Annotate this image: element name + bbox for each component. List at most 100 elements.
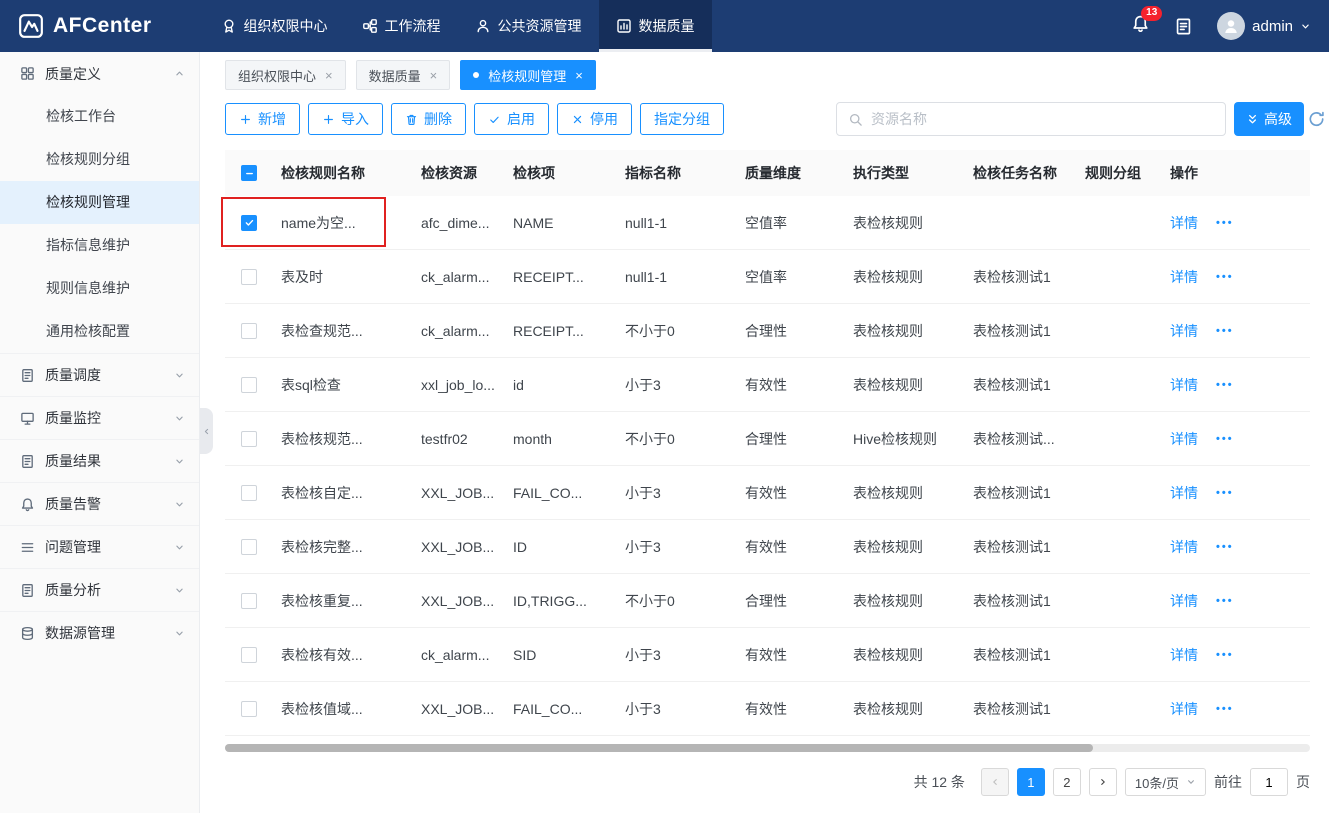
prev-page-button[interactable] — [980, 768, 1009, 796]
user-menu[interactable]: admin — [1217, 12, 1311, 40]
toolbar-button-4[interactable]: 停用 — [557, 103, 632, 135]
more-actions-icon[interactable]: ••• — [1216, 217, 1234, 229]
toolbar-button-2[interactable]: 删除 — [391, 103, 466, 135]
detail-link[interactable]: 详情 — [1170, 213, 1198, 233]
page-size-select[interactable]: 10条/页 — [1124, 768, 1206, 796]
topbar-nav-item-0[interactable]: 组织权限中心 — [204, 0, 345, 52]
trash-icon — [405, 113, 418, 126]
workflow-icon — [362, 18, 378, 34]
double-chevron-down-icon — [1246, 113, 1259, 126]
detail-link[interactable]: 详情 — [1170, 483, 1198, 503]
header-checkbox-cell — [225, 165, 281, 181]
toolbar-button-1[interactable]: 导入 — [308, 103, 383, 135]
sidebar-item-0-5[interactable]: 通用检核配置 — [0, 310, 199, 353]
tab-2[interactable]: 检核规则管理 × — [460, 60, 596, 90]
topbar: AFCenter 组织权限中心 工作流程 公共资源管理 数据质量 13 admin — [0, 0, 1329, 52]
toolbar-button-5[interactable]: 指定分组 — [640, 103, 724, 135]
row-checkbox[interactable] — [241, 214, 257, 231]
sidebar-item-0-3[interactable]: 指标信息维护 — [0, 224, 199, 267]
sidebar-group-1[interactable]: 质量调度 — [0, 353, 199, 396]
page-button-1[interactable]: 1 — [1016, 768, 1045, 796]
more-actions-icon[interactable]: ••• — [1216, 379, 1234, 391]
horizontal-scrollbar[interactable] — [225, 744, 1310, 752]
row-checkbox[interactable] — [241, 538, 257, 555]
sidebar-group-label: 质量告警 — [45, 496, 101, 512]
more-actions-icon[interactable]: ••• — [1216, 325, 1234, 337]
row-checkbox[interactable] — [241, 484, 257, 501]
monitor-icon — [20, 411, 35, 426]
toolbar-button-0[interactable]: 新增 — [225, 103, 300, 135]
refresh-icon[interactable] — [1307, 110, 1326, 129]
more-actions-icon[interactable]: ••• — [1216, 649, 1234, 661]
column-header-6: 检核任务名称 — [973, 165, 1057, 181]
sidebar-collapse-handle[interactable] — [200, 408, 213, 454]
toolbar-button-3[interactable]: 启用 — [474, 103, 549, 135]
more-actions-icon[interactable]: ••• — [1216, 271, 1234, 283]
cell-name: 表检核完整... — [281, 538, 363, 555]
detail-link[interactable]: 详情 — [1170, 429, 1198, 449]
tab-1[interactable]: 数据质量 × — [355, 60, 451, 90]
close-icon[interactable]: × — [325, 68, 333, 83]
cell-task: 表检核测试... — [973, 430, 1055, 447]
more-actions-icon[interactable]: ••• — [1216, 595, 1234, 607]
detail-link[interactable]: 详情 — [1170, 699, 1198, 719]
search-icon — [848, 112, 863, 127]
close-icon[interactable]: × — [575, 68, 583, 83]
more-actions-icon[interactable]: ••• — [1216, 541, 1234, 553]
row-checkbox[interactable] — [241, 430, 257, 447]
row-checkbox[interactable] — [241, 376, 257, 393]
page-button-2[interactable]: 2 — [1052, 768, 1081, 796]
column-header-1: 检核资源 — [421, 165, 477, 181]
next-page-button[interactable] — [1088, 768, 1117, 796]
more-actions-icon[interactable]: ••• — [1216, 433, 1234, 445]
detail-link[interactable]: 详情 — [1170, 267, 1198, 287]
sidebar-item-0-0[interactable]: 检核工作台 — [0, 95, 199, 138]
sidebar-item-0-2[interactable]: 检核规则管理 — [0, 181, 199, 224]
topbar-nav-item-3[interactable]: 数据质量 — [598, 0, 712, 52]
detail-link[interactable]: 详情 — [1170, 537, 1198, 557]
topbar-nav-item-2[interactable]: 公共资源管理 — [458, 0, 599, 52]
sidebar-item-label: 检核工作台 — [46, 108, 116, 124]
detail-link[interactable]: 详情 — [1170, 375, 1198, 395]
sidebar-item-0-4[interactable]: 规则信息维护 — [0, 267, 199, 310]
sidebar-item-0-1[interactable]: 检核规则分组 — [0, 138, 199, 181]
sidebar-group-6[interactable]: 质量分析 — [0, 568, 199, 611]
row-checkbox-cell — [225, 322, 281, 339]
chart-icon — [616, 18, 632, 34]
row-checkbox[interactable] — [241, 646, 257, 663]
sidebar-group-4[interactable]: 质量告警 — [0, 482, 199, 525]
tab-0[interactable]: 组织权限中心 × — [225, 60, 346, 90]
goto-page-input[interactable] — [1250, 768, 1288, 796]
logo[interactable]: AFCenter — [0, 13, 170, 39]
row-checkbox[interactable] — [241, 592, 257, 609]
sidebar-group-7[interactable]: 数据源管理 — [0, 611, 199, 654]
cell-resource: XXL_JOB... — [421, 592, 495, 609]
cell-dimension: 有效性 — [745, 700, 787, 717]
document-icon[interactable] — [1174, 17, 1193, 36]
detail-link[interactable]: 详情 — [1170, 591, 1198, 611]
row-checkbox-cell — [225, 592, 281, 609]
topbar-nav-item-1[interactable]: 工作流程 — [345, 0, 458, 52]
cell-item: FAIL_CO... — [513, 484, 583, 501]
scrollbar-thumb[interactable] — [225, 744, 1093, 752]
row-checkbox[interactable] — [241, 322, 257, 339]
select-all-checkbox[interactable] — [241, 165, 257, 181]
detail-link[interactable]: 详情 — [1170, 645, 1198, 665]
category-icon — [20, 66, 35, 81]
sidebar-group-3[interactable]: 质量结果 — [0, 439, 199, 482]
sidebar-group-2[interactable]: 质量监控 — [0, 396, 199, 439]
detail-link[interactable]: 详情 — [1170, 321, 1198, 341]
more-actions-icon[interactable]: ••• — [1216, 703, 1234, 715]
page-size-value: 10条/页 — [1134, 775, 1179, 791]
sidebar-group-0[interactable]: 质量定义 — [0, 52, 199, 95]
more-actions-icon[interactable]: ••• — [1216, 487, 1234, 499]
document-icon — [20, 583, 35, 598]
cell-resource: ck_alarm... — [421, 322, 490, 339]
advanced-button[interactable]: 高级 — [1234, 102, 1304, 136]
sidebar-group-5[interactable]: 问题管理 — [0, 525, 199, 568]
row-checkbox[interactable] — [241, 700, 257, 717]
search-input[interactable] — [871, 111, 1214, 127]
notifications-button[interactable]: 13 — [1131, 6, 1163, 38]
row-checkbox[interactable] — [241, 268, 257, 285]
close-icon[interactable]: × — [430, 68, 438, 83]
